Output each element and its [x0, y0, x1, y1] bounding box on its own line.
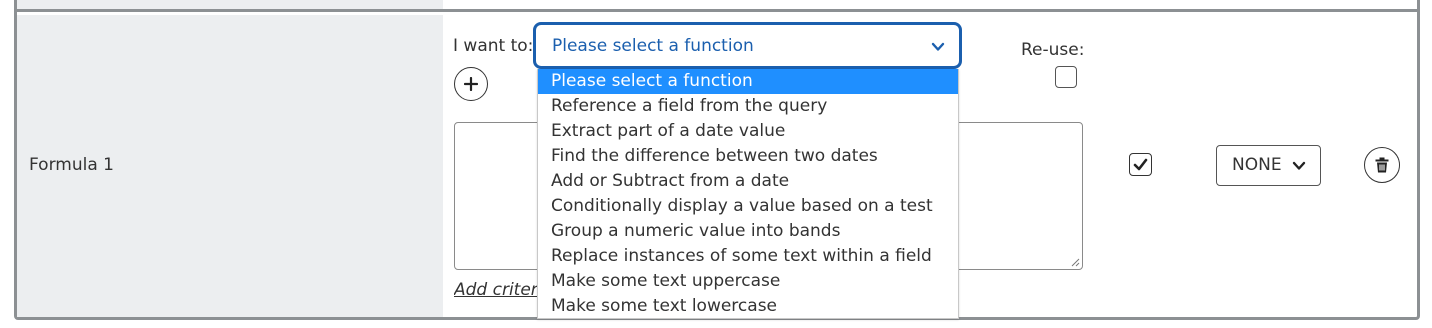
dropdown-option[interactable]: Add or Subtract from a date	[538, 169, 958, 194]
formula-name-label: Formula 1	[29, 155, 114, 175]
resize-grip-icon[interactable]	[1070, 257, 1080, 267]
chevron-down-icon	[1292, 161, 1306, 170]
formula-label-cell: Formula 1	[17, 15, 443, 317]
function-select-value: Please select a function	[552, 36, 754, 56]
dropdown-option[interactable]: Please select a function	[538, 69, 958, 94]
function-select[interactable]: Please select a function	[533, 22, 962, 69]
plus-icon	[464, 77, 478, 91]
previous-row-label-cell	[17, 0, 443, 9]
dropdown-option[interactable]: Replace instances of some text within a …	[538, 244, 958, 269]
reuse-label: Re-use:	[1021, 40, 1085, 60]
previous-row	[17, 0, 1417, 12]
dropdown-option[interactable]: Find the difference between two dates	[538, 144, 958, 169]
add-criteria-link[interactable]: Add criteria	[454, 280, 538, 300]
dropdown-option[interactable]: Conditionally display a value based on a…	[538, 194, 958, 219]
i-want-to-label: I want to:	[453, 36, 534, 56]
visible-checkbox[interactable]	[1129, 153, 1152, 176]
reuse-checkbox[interactable]	[1055, 66, 1077, 88]
trash-icon	[1375, 157, 1389, 173]
sort-select-value: NONE	[1232, 155, 1282, 175]
add-function-button[interactable]	[454, 67, 488, 101]
dropdown-option[interactable]: Extract part of a date value	[538, 119, 958, 144]
function-dropdown-list[interactable]: Please select a function Reference a fie…	[537, 69, 959, 319]
checkmark-icon	[1133, 158, 1148, 171]
chevron-down-icon	[931, 39, 945, 53]
delete-row-button[interactable]	[1364, 147, 1400, 183]
dropdown-option[interactable]: Make some text uppercase	[538, 269, 958, 294]
sort-select[interactable]: NONE	[1216, 145, 1321, 186]
dropdown-option[interactable]: Make some text lowercase	[538, 294, 958, 318]
dropdown-option[interactable]: Group a numeric value into bands	[538, 219, 958, 244]
dropdown-option[interactable]: Reference a field from the query	[538, 94, 958, 119]
